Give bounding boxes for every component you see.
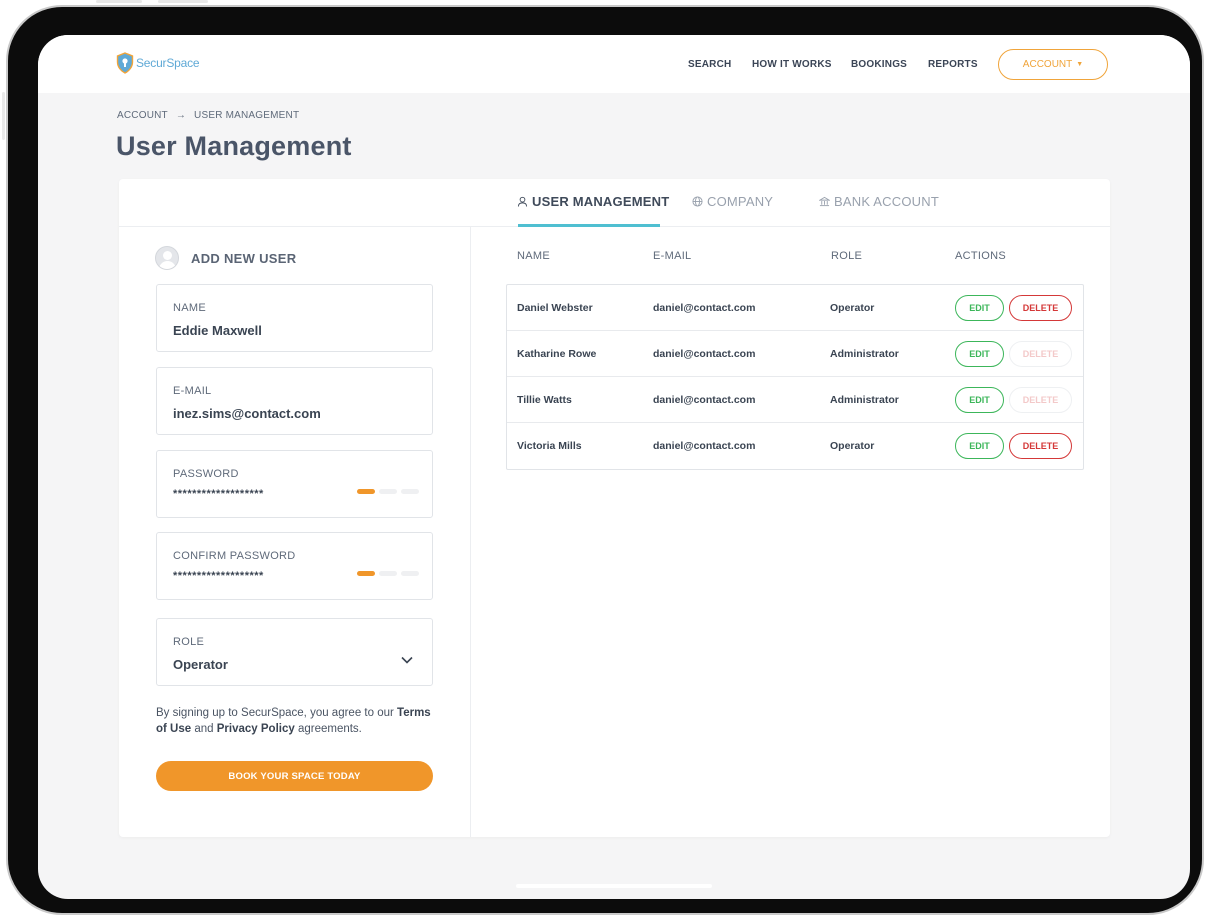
- user-icon: [517, 196, 528, 207]
- name-field-value[interactable]: Eddie Maxwell: [173, 323, 262, 338]
- user-name: Victoria Mills: [517, 440, 582, 452]
- avatar-icon: [155, 246, 179, 270]
- password-field-label: PASSWORD: [173, 468, 239, 480]
- edit-button[interactable]: EDIT: [955, 341, 1004, 367]
- hardware-button-top-2: [158, 0, 208, 3]
- user-email: daniel@contact.com: [653, 440, 756, 452]
- email-field[interactable]: E-MAIL inez.sims@contact.com: [156, 367, 433, 435]
- tab-company-label: COMPANY: [707, 194, 774, 209]
- tab-bar: USER MANAGEMENT COMPANY BANK ACCOUNT: [119, 179, 1110, 227]
- terms-suffix: agreements.: [297, 723, 362, 735]
- tab-bank-account[interactable]: BANK ACCOUNT: [819, 194, 939, 209]
- tab-bank-account-label: BANK ACCOUNT: [834, 194, 939, 209]
- account-menu-button[interactable]: ACCOUNT ▼: [998, 49, 1108, 80]
- edit-button[interactable]: EDIT: [955, 295, 1004, 321]
- delete-button[interactable]: DELETE: [1009, 433, 1072, 459]
- password-field-value[interactable]: *******************: [173, 488, 264, 500]
- user-name: Tillie Watts: [517, 394, 572, 406]
- terms-and: and: [194, 723, 214, 735]
- add-new-user-label: ADD NEW USER: [191, 250, 297, 266]
- strength-segment-2: [379, 571, 397, 576]
- tab-user-management[interactable]: USER MANAGEMENT: [517, 194, 669, 209]
- terms-prefix: By signing up to SecurSpace, you agree t…: [156, 707, 394, 719]
- active-tab-indicator: [518, 224, 660, 227]
- hardware-button-side: [2, 92, 5, 140]
- users-table: Daniel Webster daniel@contact.com Operat…: [506, 284, 1084, 470]
- email-field-value[interactable]: inez.sims@contact.com: [173, 406, 321, 421]
- delete-button: DELETE: [1009, 341, 1072, 367]
- page-title: User Management: [116, 131, 352, 161]
- column-header-email: E-MAIL: [653, 250, 692, 262]
- confirm-password-label: CONFIRM PASSWORD: [173, 550, 296, 562]
- user-role: Administrator: [830, 348, 899, 360]
- brand-logo[interactable]: SecurSpace: [116, 52, 200, 74]
- delete-button[interactable]: DELETE: [1009, 295, 1072, 321]
- user-email: daniel@contact.com: [653, 302, 756, 314]
- account-label: ACCOUNT: [1022, 59, 1073, 70]
- edit-button[interactable]: EDIT: [955, 387, 1004, 413]
- hardware-button-top-1: [96, 0, 142, 3]
- terms-text: By signing up to SecurSpace, you agree t…: [156, 705, 436, 737]
- edit-button[interactable]: EDIT: [955, 433, 1004, 459]
- column-divider: [470, 227, 471, 837]
- column-header-role: ROLE: [831, 250, 863, 262]
- password-strength-meter: [357, 489, 419, 494]
- table-row: Tillie Watts daniel@contact.com Administ…: [507, 377, 1083, 423]
- bank-icon: [819, 196, 830, 207]
- caret-down-icon: ▼: [1076, 61, 1084, 68]
- confirm-strength-meter: [357, 571, 419, 576]
- user-email: daniel@contact.com: [653, 348, 756, 360]
- chevron-down-icon[interactable]: [400, 655, 414, 665]
- breadcrumb-current: USER MANAGEMENT: [194, 110, 300, 121]
- strength-segment-1: [357, 571, 375, 576]
- globe-icon: [692, 196, 703, 207]
- password-field[interactable]: PASSWORD *******************: [156, 450, 433, 518]
- table-row: Daniel Webster daniel@contact.com Operat…: [507, 285, 1083, 331]
- book-your-space-button[interactable]: BOOK YOUR SPACE TODAY: [156, 761, 433, 791]
- email-field-label: E-MAIL: [173, 385, 212, 397]
- delete-button: DELETE: [1009, 387, 1072, 413]
- screen: SecurSpace SEARCH HOW IT WORKS BOOKINGS …: [38, 35, 1190, 899]
- nav-how-it-works[interactable]: HOW IT WORKS: [752, 59, 832, 70]
- nav-reports[interactable]: REPORTS: [928, 59, 978, 70]
- arrow-right-icon: →: [175, 110, 187, 121]
- privacy-policy-link[interactable]: Privacy Policy: [217, 723, 295, 735]
- strength-segment-3: [401, 571, 419, 576]
- confirm-password-field[interactable]: CONFIRM PASSWORD *******************: [156, 532, 433, 600]
- breadcrumb-account[interactable]: ACCOUNT: [117, 110, 168, 121]
- tab-company[interactable]: COMPANY: [692, 194, 773, 209]
- user-role: Administrator: [830, 394, 899, 406]
- user-name: Daniel Webster: [517, 302, 593, 314]
- role-select[interactable]: ROLE Operator: [156, 618, 433, 686]
- strength-segment-1: [357, 489, 375, 494]
- table-row: Katharine Rowe daniel@contact.com Admini…: [507, 331, 1083, 377]
- name-field-label: NAME: [173, 302, 206, 314]
- breadcrumb: ACCOUNT → USER MANAGEMENT: [117, 110, 299, 121]
- user-email: daniel@contact.com: [653, 394, 756, 406]
- strength-segment-3: [401, 489, 419, 494]
- top-navigation-bar: SecurSpace SEARCH HOW IT WORKS BOOKINGS …: [38, 35, 1190, 93]
- role-field-label: ROLE: [173, 636, 205, 648]
- brand-name: SecurSpace: [136, 56, 200, 70]
- nav-search[interactable]: SEARCH: [688, 59, 731, 70]
- user-role: Operator: [830, 302, 875, 314]
- name-field[interactable]: NAME Eddie Maxwell: [156, 284, 433, 352]
- tab-user-management-label: USER MANAGEMENT: [532, 194, 670, 209]
- home-indicator: [516, 884, 712, 888]
- shield-logo-icon: [116, 52, 134, 74]
- table-row: Victoria Mills daniel@contact.com Operat…: [507, 423, 1083, 469]
- column-header-actions: ACTIONS: [955, 250, 1006, 262]
- confirm-password-value[interactable]: *******************: [173, 570, 264, 582]
- column-header-name: NAME: [517, 250, 550, 262]
- user-role: Operator: [830, 440, 875, 452]
- user-management-card: USER MANAGEMENT COMPANY BANK ACCOUNT ADD…: [119, 179, 1110, 837]
- tablet-frame: SecurSpace SEARCH HOW IT WORKS BOOKINGS …: [6, 5, 1204, 915]
- role-selected-value[interactable]: Operator: [173, 657, 228, 672]
- user-name: Katharine Rowe: [517, 348, 597, 360]
- strength-segment-2: [379, 489, 397, 494]
- add-new-user-heading: ADD NEW USER: [155, 246, 296, 270]
- nav-bookings[interactable]: BOOKINGS: [851, 59, 907, 70]
